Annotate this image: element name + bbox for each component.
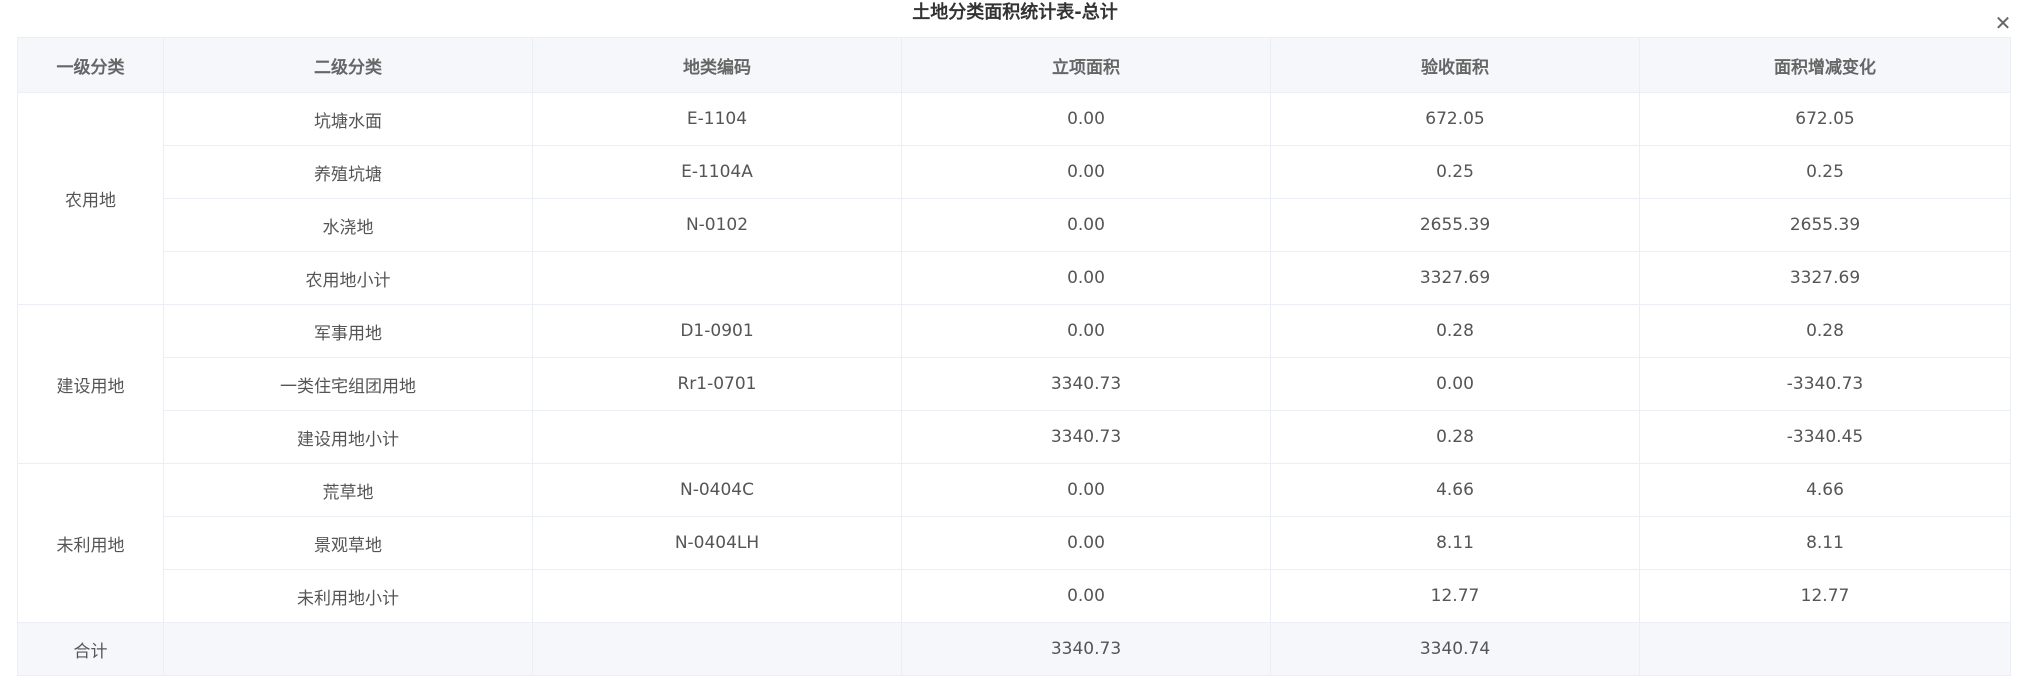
- level2-cell: 养殖坑塘: [163, 145, 533, 199]
- total-project-area-cell: 3340.73: [901, 622, 1271, 676]
- change-cell: 4.66: [1639, 463, 2011, 517]
- accept-area-cell: 3327.69: [1270, 251, 1640, 305]
- code-cell: [532, 569, 902, 623]
- code-cell: N-0102: [532, 198, 902, 252]
- change-cell: 12.77: [1639, 569, 2011, 623]
- table-row: 一类住宅组团用地 Rr1-0701 3340.73 0.00 -3340.73: [18, 357, 2011, 411]
- header-level2: 二级分类: [163, 37, 533, 93]
- project-area-cell: 0.00: [901, 304, 1271, 358]
- total-level2-cell: [163, 622, 533, 676]
- table-row: 养殖坑塘 E-1104A 0.00 0.25 0.25: [18, 145, 2011, 199]
- table-row: 农用地小计 0.00 3327.69 3327.69: [18, 251, 2011, 305]
- table-row: 建设用地小计 3340.73 0.28 -3340.45: [18, 410, 2011, 464]
- code-cell: [532, 251, 902, 305]
- project-area-cell: 0.00: [901, 145, 1271, 199]
- header-accept-area: 验收面积: [1270, 37, 1640, 93]
- land-area-table-container: 一级分类 二级分类 地类编码 立项面积 验收面积 面积增减变化 农用地 坑塘水面…: [17, 37, 2011, 676]
- level2-cell: 荒草地: [163, 463, 533, 517]
- level2-cell: 一类住宅组团用地: [163, 357, 533, 411]
- accept-area-cell: 672.05: [1270, 92, 1640, 146]
- level2-cell: 坑塘水面: [163, 92, 533, 146]
- level2-cell: 军事用地: [163, 304, 533, 358]
- project-area-cell: 3340.73: [901, 357, 1271, 411]
- accept-area-cell: 0.28: [1270, 410, 1640, 464]
- accept-area-cell: 2655.39: [1270, 198, 1640, 252]
- level1-cell: 建设用地: [17, 304, 164, 464]
- header-project-area: 立项面积: [901, 37, 1271, 93]
- project-area-cell: 3340.73: [901, 410, 1271, 464]
- table-row: 未利用地小计 0.00 12.77 12.77: [18, 569, 2011, 623]
- close-icon[interactable]: ✕: [1992, 12, 2014, 34]
- code-cell: Rr1-0701: [532, 357, 902, 411]
- code-cell: D1-0901: [532, 304, 902, 358]
- accept-area-cell: 0.00: [1270, 357, 1640, 411]
- total-accept-area-cell: 3340.74: [1270, 622, 1640, 676]
- level2-cell: 农用地小计: [163, 251, 533, 305]
- change-cell: -3340.45: [1639, 410, 2011, 464]
- project-area-cell: 0.00: [901, 463, 1271, 517]
- modal-title: 土地分类面积统计表-总计: [912, 2, 1118, 23]
- code-cell: E-1104: [532, 92, 902, 146]
- total-label-cell: 合计: [17, 622, 164, 676]
- level1-cell: 未利用地: [17, 463, 164, 623]
- header-level1: 一级分类: [17, 37, 164, 93]
- level2-cell: 水浇地: [163, 198, 533, 252]
- level2-cell: 景观草地: [163, 516, 533, 570]
- table-body: 农用地 坑塘水面 E-1104 0.00 672.05 672.05 养殖坑塘 …: [17, 92, 2011, 676]
- header-change: 面积增减变化: [1639, 37, 2011, 93]
- change-cell: 3327.69: [1639, 251, 2011, 305]
- table-row: 景观草地 N-0404LH 0.00 8.11 8.11: [18, 516, 2011, 570]
- code-cell: [532, 410, 902, 464]
- level1-cell: 农用地: [17, 92, 164, 305]
- modal-dialog: 土地分类面积统计表-总计 ✕ 一级分类 二级分类 地类编码 立项面积 验收面积 …: [0, 0, 2030, 695]
- table-row: 建设用地 军事用地 D1-0901 0.00 0.28 0.28: [17, 304, 2011, 464]
- change-cell: 0.28: [1639, 304, 2011, 358]
- level2-cell: 未利用地小计: [163, 569, 533, 623]
- total-change-cell: [1639, 622, 2011, 676]
- project-area-cell: 0.00: [901, 92, 1271, 146]
- table-header: 一级分类 二级分类 地类编码 立项面积 验收面积 面积增减变化: [17, 37, 2011, 93]
- accept-area-cell: 4.66: [1270, 463, 1640, 517]
- accept-area-cell: 8.11: [1270, 516, 1640, 570]
- change-cell: 672.05: [1639, 92, 2011, 146]
- land-area-table: 一级分类 二级分类 地类编码 立项面积 验收面积 面积增减变化 农用地 坑塘水面…: [17, 37, 2011, 676]
- table-row: 未利用地 荒草地 N-0404C 0.00 4.66 4.66: [17, 463, 2011, 623]
- table-row: 水浇地 N-0102 0.00 2655.39 2655.39: [18, 198, 2011, 252]
- level2-cell: 建设用地小计: [163, 410, 533, 464]
- code-cell: E-1104A: [532, 145, 902, 199]
- header-code: 地类编码: [532, 37, 902, 93]
- project-area-cell: 0.00: [901, 251, 1271, 305]
- accept-area-cell: 0.25: [1270, 145, 1640, 199]
- total-code-cell: [532, 622, 902, 676]
- change-cell: 2655.39: [1639, 198, 2011, 252]
- project-area-cell: 0.00: [901, 569, 1271, 623]
- code-cell: N-0404LH: [532, 516, 902, 570]
- project-area-cell: 0.00: [901, 198, 1271, 252]
- accept-area-cell: 0.28: [1270, 304, 1640, 358]
- table-header-row: 一级分类 二级分类 地类编码 立项面积 验收面积 面积增减变化: [17, 37, 2011, 93]
- project-area-cell: 0.00: [901, 516, 1271, 570]
- code-cell: N-0404C: [532, 463, 902, 517]
- change-cell: 8.11: [1639, 516, 2011, 570]
- total-row: 合计 3340.73 3340.74: [17, 622, 2011, 676]
- change-cell: 0.25: [1639, 145, 2011, 199]
- table-row: 农用地 坑塘水面 E-1104 0.00 672.05 672.05: [17, 92, 2011, 305]
- accept-area-cell: 12.77: [1270, 569, 1640, 623]
- change-cell: -3340.73: [1639, 357, 2011, 411]
